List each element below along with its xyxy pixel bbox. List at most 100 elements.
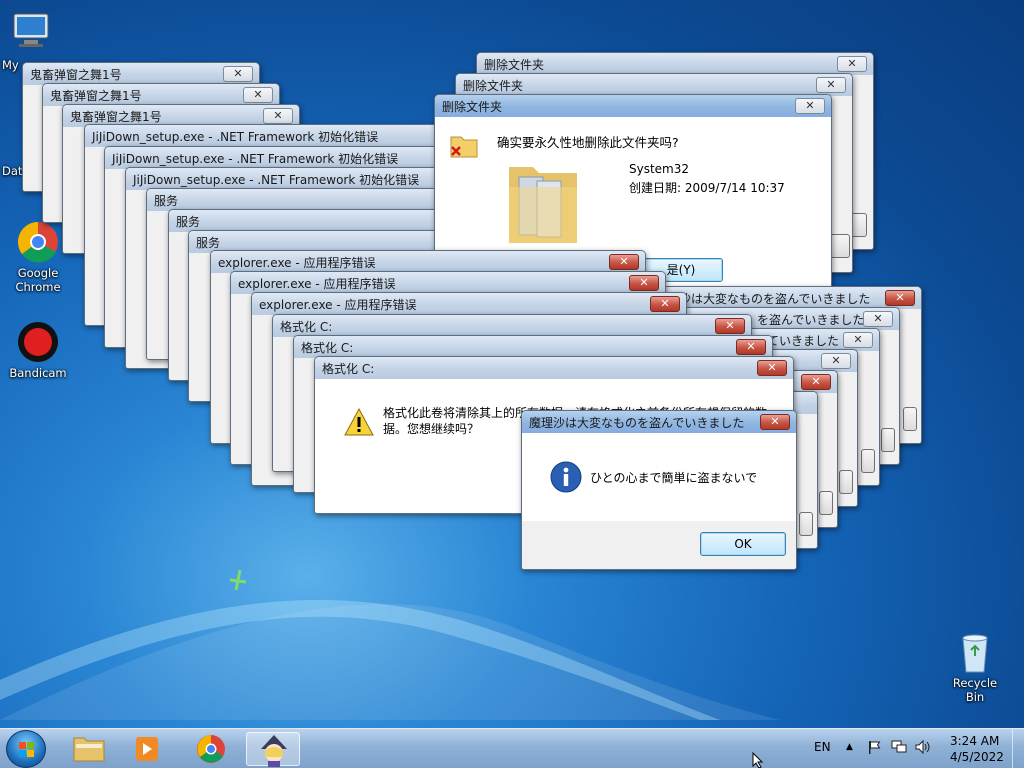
- window-titlebar[interactable]: 鬼畜弹窗之舞1号 ✕: [23, 63, 259, 85]
- close-icon[interactable]: ✕: [736, 339, 766, 355]
- window-title: 服务: [176, 215, 201, 229]
- window-titlebar[interactable]: 格式化 C: ✕: [273, 315, 751, 337]
- close-icon[interactable]: ✕: [650, 296, 680, 312]
- computer-icon: [8, 10, 52, 54]
- desktop-icon-google-chrome[interactable]: Google Chrome: [6, 220, 70, 294]
- desktop-icon-recycle-bin[interactable]: Recycle Bin: [942, 630, 1008, 704]
- window-title: 格式化 C:: [301, 341, 354, 355]
- window-titlebar[interactable]: 魔理沙は大変なものを盗んでいきました ✕: [522, 411, 796, 433]
- window-titlebar[interactable]: JiJiDown_setup.exe - .NET Framework 初始化错…: [105, 147, 463, 169]
- close-icon[interactable]: ✕: [837, 56, 867, 72]
- taskbar-chrome[interactable]: [184, 732, 238, 766]
- show-desktop-button[interactable]: [1012, 729, 1024, 768]
- window-title: JiJiDown_setup.exe - .NET Framework 初始化错…: [112, 152, 399, 166]
- desktop-icon-computer[interactable]: My: [0, 10, 60, 72]
- close-icon[interactable]: ✕: [609, 254, 639, 270]
- close-icon[interactable]: ✕: [629, 275, 659, 291]
- close-icon[interactable]: ✕: [757, 360, 787, 376]
- close-icon[interactable]: ✕: [263, 108, 293, 124]
- window-title: 服务: [154, 194, 179, 208]
- close-icon[interactable]: ✕: [821, 353, 851, 369]
- volume-icon[interactable]: [914, 739, 932, 755]
- close-icon[interactable]: ✕: [885, 290, 915, 306]
- ok-button[interactable]: OK: [700, 532, 786, 556]
- start-button[interactable]: [6, 730, 46, 768]
- marisa-message: ひとの心まで簡単に盗まないで: [590, 471, 758, 485]
- window-title: 服务: [196, 236, 221, 250]
- window-titlebar[interactable]: 删除文件夹 ✕: [477, 53, 873, 75]
- window-title: 删除文件夹: [463, 79, 524, 93]
- button-partial[interactable]: [839, 470, 853, 494]
- button-partial[interactable]: [819, 491, 833, 515]
- delete-warning-icon: [449, 131, 479, 159]
- window-title: 删除文件夹: [442, 100, 503, 114]
- folder-preview-icon: [507, 157, 579, 243]
- window-title: 鬼畜弹窗之舞1号: [30, 68, 122, 82]
- clock-date[interactable]: 4/5/2022: [950, 750, 1004, 764]
- chrome-icon: [197, 735, 225, 763]
- folder-created-date: 创建日期: 2009/7/14 10:37: [629, 181, 785, 195]
- desktop-icon-label: Google Chrome: [15, 266, 61, 294]
- button-partial[interactable]: [903, 407, 917, 431]
- close-icon[interactable]: ✕: [863, 311, 893, 327]
- show-hidden-icons-icon[interactable]: ▲: [846, 742, 853, 752]
- window-title: を盗んでいきました: [757, 313, 865, 327]
- desktop-icon-label: Recycle Bin: [952, 676, 998, 704]
- window-titlebar[interactable]: explorer.exe - 应用程序错误 ✕: [231, 272, 665, 294]
- window-titlebar[interactable]: 格式化 C: ✕: [315, 357, 793, 379]
- window-titlebar[interactable]: 删除文件夹 ✕: [435, 95, 831, 117]
- close-icon[interactable]: ✕: [795, 98, 825, 114]
- close-icon[interactable]: ✕: [223, 66, 253, 82]
- button-partial[interactable]: [861, 449, 875, 473]
- chrome-icon: [16, 220, 60, 264]
- mouse-cursor-icon: [752, 751, 766, 768]
- language-indicator[interactable]: EN: [814, 740, 831, 754]
- window-title: explorer.exe - 应用程序错误: [218, 256, 376, 270]
- window-title: 沙は大変なものを盗んでいきました: [679, 292, 871, 306]
- desktop-icon-label: Bandicam: [9, 366, 67, 380]
- taskbar-media-player[interactable]: [120, 732, 174, 766]
- close-icon[interactable]: ✕: [843, 332, 873, 348]
- window-titlebar[interactable]: JiJiDown_setup.exe - .NET Framework 初始化错…: [85, 125, 443, 147]
- button-partial[interactable]: [881, 428, 895, 452]
- window-title: 格式化 C:: [322, 362, 375, 376]
- window-titlebar[interactable]: 鬼畜弹窗之舞1号 ✕: [43, 84, 279, 106]
- close-icon[interactable]: ✕: [243, 87, 273, 103]
- desktop-icon-label: My: [2, 58, 19, 72]
- window-title: 鬼畜弹窗之舞1号: [70, 110, 162, 124]
- desktop-icon-bandicam[interactable]: Bandicam: [6, 320, 70, 380]
- window-title: 格式化 C:: [280, 320, 333, 334]
- info-icon: [550, 461, 582, 493]
- button-partial[interactable]: [799, 512, 813, 536]
- window-titlebar[interactable]: 删除文件夹 ✕: [456, 74, 852, 96]
- window-title: JiJiDown_setup.exe - .NET Framework 初始化错…: [133, 173, 420, 187]
- close-icon[interactable]: ✕: [760, 414, 790, 430]
- warning-icon: [343, 407, 375, 437]
- folder-icon: [73, 737, 105, 762]
- bandicam-icon: [16, 320, 60, 364]
- window-titlebar[interactable]: explorer.exe - 应用程序错误 ✕: [211, 251, 645, 273]
- action-center-flag-icon[interactable]: [866, 739, 882, 755]
- taskbar-explorer[interactable]: [62, 732, 116, 766]
- window-title: explorer.exe - 应用程序错误: [259, 298, 417, 312]
- window-titlebar[interactable]: 服务: [147, 189, 465, 211]
- close-icon[interactable]: ✕: [816, 77, 846, 93]
- taskbar: EN ▲ 3:24 AM 4/5/2022: [0, 728, 1024, 768]
- marisa-dialog[interactable]: 魔理沙は大変なものを盗んでいきました ✕ ひとの心まで簡単に盗まないで OK: [521, 410, 797, 570]
- clock-time[interactable]: 3:24 AM: [950, 734, 999, 748]
- window-titlebar[interactable]: explorer.exe - 应用程序错误 ✕: [252, 293, 686, 315]
- media-player-icon: [136, 737, 158, 761]
- close-icon[interactable]: ✕: [715, 318, 745, 334]
- close-icon[interactable]: ✕: [801, 374, 831, 390]
- window-title: 魔理沙は大変なものを盗んでいきました: [529, 416, 745, 430]
- folder-name: System32: [629, 162, 690, 176]
- window-title: 鬼畜弹窗之舞1号: [50, 89, 142, 103]
- anime-character-icon: [261, 735, 287, 767]
- desktop-icon-label: Dat: [2, 164, 23, 178]
- window-title: ていきました: [767, 334, 840, 348]
- taskbar-prank-app[interactable]: [246, 732, 300, 767]
- network-icon[interactable]: [890, 739, 908, 755]
- window-titlebar[interactable]: JiJiDown_setup.exe - .NET Framework 初始化错…: [126, 168, 484, 190]
- window-titlebar[interactable]: 格式化 C: ✕: [294, 336, 772, 358]
- window-title: JiJiDown_setup.exe - .NET Framework 初始化错…: [92, 130, 379, 144]
